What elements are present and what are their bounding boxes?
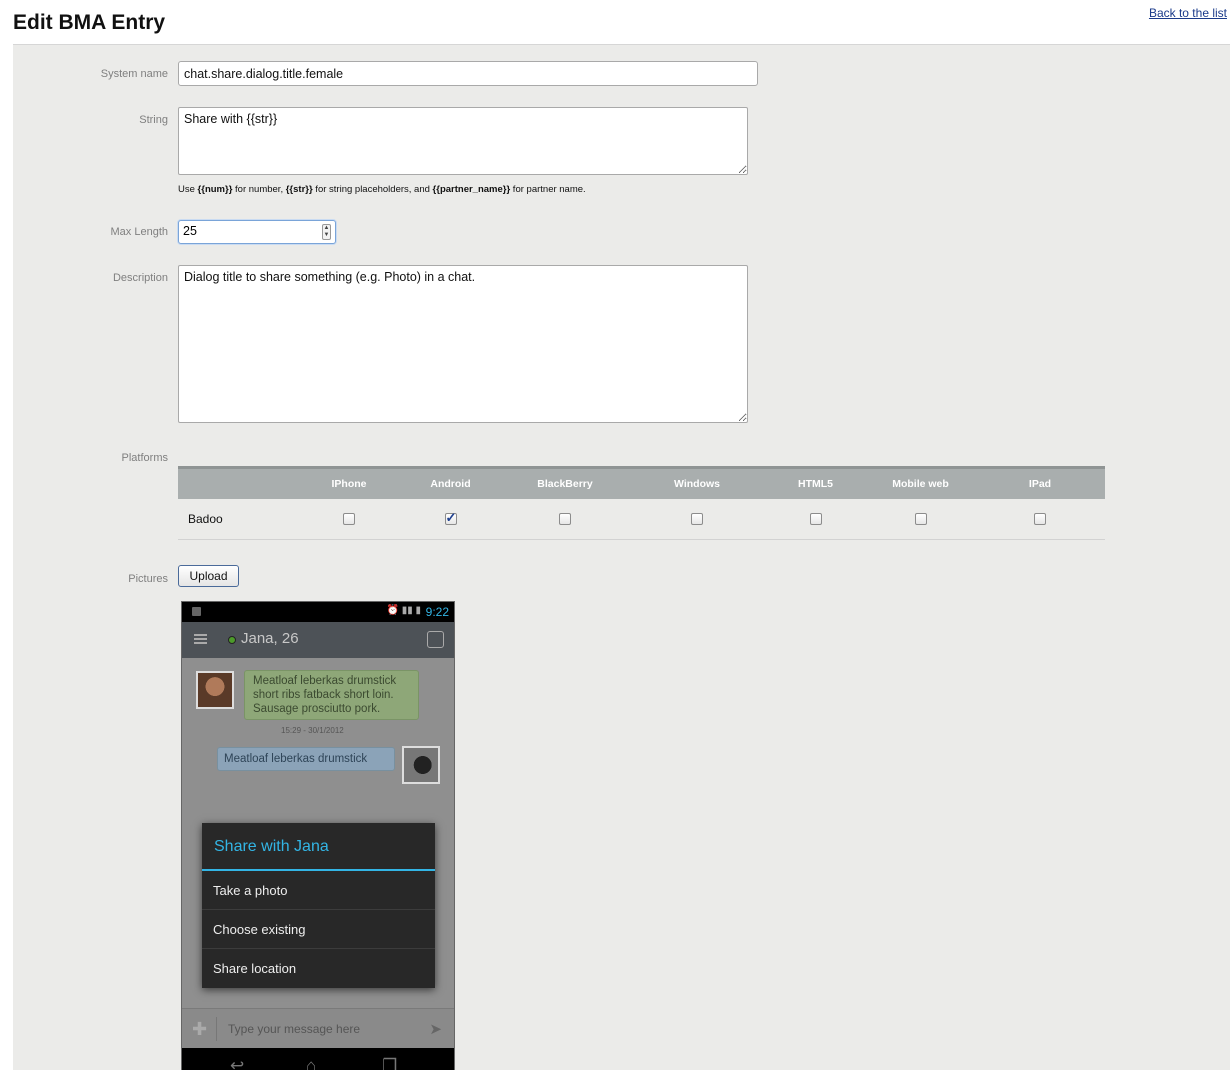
platform-cell: [975, 498, 1105, 540]
max-length-field: ▲ ▼: [178, 220, 336, 244]
hint-text: for number,: [232, 184, 286, 195]
platform-cell: [765, 498, 866, 540]
recent-apps-icon: ❐: [382, 1056, 398, 1070]
platforms-label: Platforms: [121, 452, 168, 464]
platform-cell: [866, 498, 975, 540]
hint-str-token: {{str}}: [285, 184, 313, 195]
platform-header: Windows: [629, 466, 765, 499]
profile-icon: [427, 631, 444, 648]
placeholder-hint: Use {{num}} for number, {{str}} for stri…: [178, 184, 586, 195]
string-label: String: [139, 114, 168, 126]
share-dialog-title: Share with Jana: [202, 823, 435, 871]
send-icon: ➤: [429, 1021, 442, 1038]
user-avatar: [402, 746, 440, 784]
message-input-placeholder: Type your message here: [228, 1022, 361, 1036]
platform-checkbox[interactable]: [691, 512, 703, 525]
home-icon: ⌂: [306, 1056, 317, 1070]
platforms-header-app: [178, 466, 298, 499]
chat-message-time: 15:29 - 30/1/2012: [281, 726, 344, 735]
platform-header: IPad: [975, 466, 1105, 499]
share-dialog-item: Share location: [213, 961, 297, 976]
hint-text: Use: [178, 184, 198, 195]
stepper-down-icon[interactable]: ▼: [323, 232, 330, 239]
notification-icon: [192, 607, 201, 616]
picture-thumbnail[interactable]: ⏰ ▮▮ ▮ 9:22 Jana, 26 Meatloaf leberkas d…: [181, 601, 455, 1070]
platform-cell: [400, 498, 501, 540]
platform-checkbox[interactable]: [559, 512, 571, 525]
platform-checkbox[interactable]: [343, 512, 355, 525]
platform-cell: [501, 498, 629, 540]
table-row: Badoo: [178, 498, 1105, 540]
platform-checkbox[interactable]: [809, 512, 822, 525]
platforms-header-row: IPhone Android BlackBerry Windows HTML5 …: [178, 466, 1105, 499]
app-name-cell: Badoo: [178, 498, 298, 540]
share-dialog: Share with Jana Take a photo Choose exis…: [202, 823, 435, 988]
phone-nav-bar: ↩ ⌂ ❐: [182, 1048, 454, 1070]
partner-avatar: [196, 671, 234, 709]
phone-action-bar: Jana, 26: [182, 622, 454, 658]
online-status-icon: [228, 636, 236, 644]
platforms-table: IPhone Android BlackBerry Windows HTML5 …: [178, 466, 1105, 540]
hint-text: for partner name.: [510, 184, 586, 195]
back-to-list-link[interactable]: Back to the list: [1149, 6, 1227, 20]
platform-header: Mobile web: [866, 466, 975, 499]
chat-message: Meatloaf leberkas drumstick short ribs f…: [244, 670, 419, 720]
page-title: Edit BMA Entry: [13, 11, 166, 34]
phone-chat-area: Meatloaf leberkas drumstick short ribs f…: [182, 658, 454, 1008]
platform-checkbox[interactable]: [444, 510, 457, 526]
platform-header: BlackBerry: [501, 466, 629, 499]
chat-partner-name: Jana, 26: [241, 630, 299, 647]
chat-message: Meatloaf leberkas drumstick: [217, 747, 395, 771]
platform-header: Android: [400, 466, 501, 499]
platform-checkbox[interactable]: [914, 512, 927, 525]
description-label: Description: [112, 272, 168, 284]
platform-header: IPhone: [298, 466, 400, 499]
input-divider: [216, 1017, 217, 1041]
signal-battery-icon: ⏰ ▮▮ ▮: [386, 605, 421, 616]
platform-cell: [629, 498, 765, 540]
phone-status-bar: ⏰ ▮▮ ▮ 9:22: [182, 602, 454, 622]
hint-partner-token: {{partner_name}}: [432, 184, 511, 195]
back-icon: ↩: [230, 1056, 245, 1070]
stepper-up-icon[interactable]: ▲: [323, 225, 330, 232]
plus-icon: ✚: [192, 1019, 208, 1039]
system-name-input[interactable]: [178, 61, 758, 86]
system-name-label: System name: [100, 68, 168, 80]
hamburger-icon: [194, 634, 207, 644]
description-textarea[interactable]: Dialog title to share something (e.g. Ph…: [178, 265, 748, 423]
phone-input-bar: ✚ Type your message here ➤: [182, 1008, 454, 1048]
phone-clock: 9:22: [425, 605, 449, 619]
max-length-label: Max Length: [110, 226, 168, 238]
max-length-input[interactable]: [183, 224, 313, 238]
hint-text: for string placeholders, and: [312, 184, 433, 195]
share-dialog-item: Choose existing: [202, 910, 435, 949]
pictures-label: Pictures: [128, 573, 168, 585]
hint-num-token: {{num}}: [197, 184, 233, 195]
max-length-stepper[interactable]: ▲ ▼: [322, 224, 331, 240]
string-textarea[interactable]: Share with {{str}}: [178, 107, 748, 175]
upload-button[interactable]: Upload: [178, 565, 239, 587]
share-dialog-item: Take a photo: [202, 871, 435, 910]
platform-checkbox[interactable]: [1034, 512, 1046, 525]
platform-cell: [298, 498, 400, 540]
platform-header: HTML5: [765, 466, 866, 499]
